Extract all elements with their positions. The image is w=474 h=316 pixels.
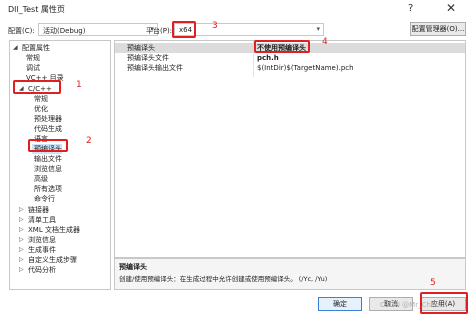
expand-icon[interactable]: ▷ <box>19 225 24 235</box>
annotation-number-2: 2 <box>86 136 92 146</box>
tree-item-code-generation[interactable]: 代码生成 <box>34 124 62 134</box>
property-grid: 预编译头 不使用预编译头 预编译头文件 pch.h 预编译头输出文件 $(Int… <box>114 40 466 258</box>
tree-item-manifest-tool[interactable]: ▷ 清单工具 <box>19 215 56 225</box>
window-title: Dll_Test 属性页 <box>8 5 65 14</box>
property-name: 预编译头 <box>127 44 155 52</box>
tree-item-preprocessor[interactable]: 预处理器 <box>34 114 62 124</box>
tree-item-build-events[interactable]: ▷ 生成事件 <box>19 245 56 255</box>
annotation-box-1 <box>13 80 61 94</box>
property-row-precompiled-header-file[interactable]: 预编译头文件 pch.h <box>115 53 465 63</box>
chevron-down-icon: ▾ <box>316 25 320 33</box>
expand-icon[interactable]: ▷ <box>19 215 24 225</box>
tree-item-cpp-general[interactable]: 常规 <box>34 94 48 104</box>
platform-label: 平台(P): <box>146 27 173 35</box>
platform-select[interactable]: x64 ▾ <box>174 23 324 36</box>
description-text: 创建/使用预编译头：在生成过程中允许创建或使用预编译头。 (/Yc, /Yu) <box>119 275 328 283</box>
title-bar: Dll_Test 属性页 ? ✕ <box>0 0 474 20</box>
annotation-number-5: 5 <box>430 278 436 288</box>
annotation-box-2 <box>28 139 68 152</box>
tree-item-config-props[interactable]: ◢ 配置属性 <box>13 43 50 53</box>
description-panel: 预编译头 创建/使用预编译头：在生成过程中允许创建或使用预编译头。 (/Yc, … <box>114 258 466 290</box>
expand-icon[interactable]: ▷ <box>19 235 24 245</box>
annotation-number-3: 3 <box>212 21 218 31</box>
expand-icon[interactable]: ▷ <box>19 265 24 275</box>
tree-item-browse-info[interactable]: 浏览信息 <box>34 164 62 174</box>
tree-item-all-options[interactable]: 所有选项 <box>34 184 62 194</box>
expand-icon[interactable]: ▷ <box>19 205 24 215</box>
tree-item-general[interactable]: 常规 <box>26 53 40 63</box>
tree-item-browse-information[interactable]: ▷ 浏览信息 <box>19 235 56 245</box>
expand-icon[interactable]: ▷ <box>19 255 24 265</box>
tree-item-code-analysis[interactable]: ▷ 代码分析 <box>19 265 56 275</box>
config-select[interactable]: 活动(Debug) ▾ <box>38 23 158 36</box>
collapse-icon[interactable]: ◢ <box>13 43 18 53</box>
annotation-number-1: 1 <box>76 80 82 90</box>
property-name: 预编译头输出文件 <box>127 64 183 72</box>
tree-item-custom-build-step[interactable]: ▷ 自定义生成步骤 <box>19 255 77 265</box>
property-name: 预编译头文件 <box>127 54 169 62</box>
annotation-box-4 <box>254 40 310 53</box>
annotation-box-3 <box>172 21 196 38</box>
tree-item-advanced[interactable]: 高级 <box>34 174 48 184</box>
description-title: 预编译头 <box>119 263 147 271</box>
config-manager-button[interactable]: 配置管理器(O)... <box>410 22 466 36</box>
help-icon[interactable]: ? <box>408 3 413 14</box>
config-label: 配置(C): <box>8 27 35 35</box>
config-value: 活动(Debug) <box>43 27 86 35</box>
annotation-box-5 <box>420 292 468 314</box>
property-row-precompiled-header-output[interactable]: 预编译头输出文件 $(IntDir)$(TargetName).pch <box>115 63 465 73</box>
tree-item-output-files[interactable]: 输出文件 <box>34 154 62 164</box>
tree-item-optimization[interactable]: 优化 <box>34 104 48 114</box>
tree-item-linker[interactable]: ▷ 链接器 <box>19 205 49 215</box>
annotation-number-4: 4 <box>322 37 328 47</box>
property-value[interactable]: pch.h <box>257 53 279 63</box>
ok-button[interactable]: 确定 <box>318 297 362 311</box>
expand-icon[interactable]: ▷ <box>19 245 24 255</box>
tree-item-xml-doc-generator[interactable]: ▷ XML 文档生成器 <box>19 225 80 235</box>
close-icon[interactable]: ✕ <box>446 1 456 15</box>
tree-item-command-line[interactable]: 命令行 <box>34 194 55 204</box>
property-value[interactable]: $(IntDir)$(TargetName).pch <box>257 63 354 73</box>
property-tree: ◢ 配置属性 常规 调试 VC++ 目录 ◢ C/C++ 常规 优化 预处理器 … <box>9 40 111 290</box>
tree-item-debugging[interactable]: 调试 <box>26 63 40 73</box>
